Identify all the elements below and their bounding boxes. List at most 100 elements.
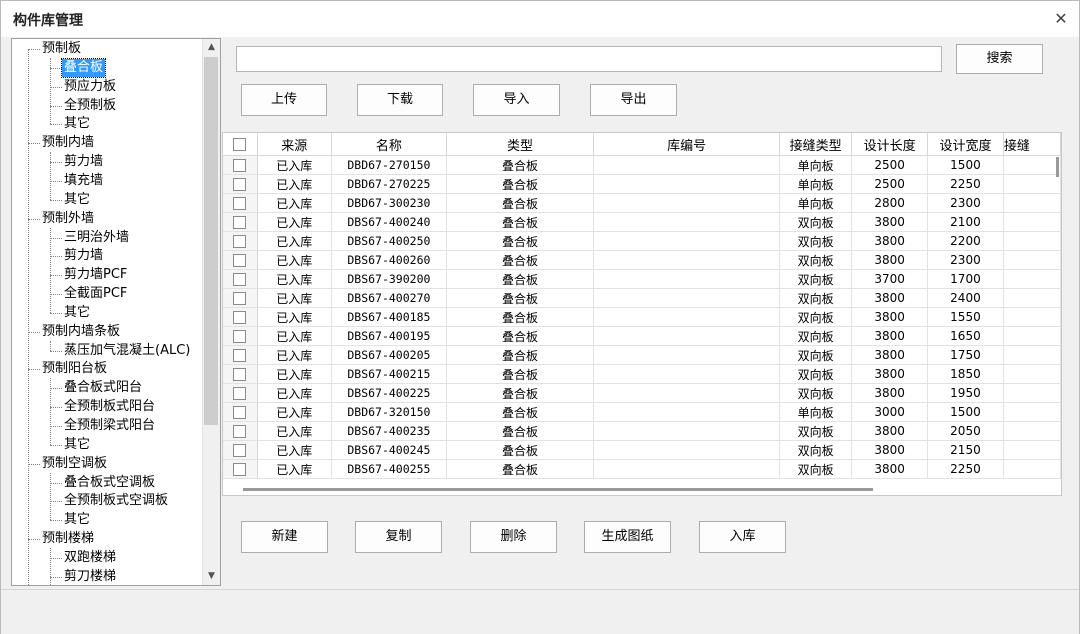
tree-category[interactable]: 预制空调板 — [12, 455, 200, 473]
close-icon[interactable]: ✕ — [1051, 9, 1071, 29]
tree-subcategory[interactable]: 全截面PCF — [12, 285, 200, 303]
table-row[interactable]: 已入库 DBS67-400235 叠合板 双向板 3800 2050 — [223, 421, 1061, 441]
tree-category[interactable]: 预制内墙 — [12, 134, 200, 152]
table-row[interactable]: 已入库 DBS67-390200 叠合板 双向板 3700 1700 — [223, 269, 1061, 289]
copy-button[interactable]: 复制 — [355, 521, 442, 553]
tree-subcategory[interactable]: 剪力墙 — [12, 247, 200, 265]
col-header-source[interactable]: 来源 — [257, 133, 332, 156]
scroll-down-icon[interactable]: ▼ — [203, 568, 220, 585]
row-checkbox[interactable] — [223, 421, 258, 441]
table-row[interactable]: 已入库 DBS67-400205 叠合板 双向板 3800 1750 — [223, 345, 1061, 365]
tree-item-label: 蒸压加气混凝土(ALC) — [64, 342, 191, 358]
tree-branch-line — [50, 472, 51, 521]
tree-subcategory[interactable]: 其它 — [12, 191, 200, 209]
row-checkbox[interactable] — [223, 402, 258, 422]
tree-subcategory[interactable]: 剪力墙PCF — [12, 266, 200, 284]
table-row[interactable]: 已入库 DBS67-400260 叠合板 双向板 3800 2300 — [223, 250, 1061, 270]
col-header-design-width[interactable]: 设计宽度 — [927, 133, 1004, 156]
table-row[interactable]: 已入库 DBS67-400225 叠合板 双向板 3800 1950 — [223, 383, 1061, 403]
tree-subcategory[interactable]: 全预制板式空调板 — [12, 492, 200, 510]
tree-subcategory[interactable]: 三明治外墙 — [12, 229, 200, 247]
tree-connector — [28, 463, 40, 465]
tree-subcategory[interactable]: 其它 — [12, 436, 200, 454]
row-checkbox[interactable] — [223, 459, 258, 479]
row-checkbox[interactable] — [223, 288, 258, 308]
table-horizontal-scrollbar[interactable] — [223, 483, 1061, 495]
search-input[interactable] — [236, 46, 942, 72]
row-checkbox[interactable] — [223, 193, 258, 213]
row-checkbox[interactable] — [223, 364, 258, 384]
table-row[interactable]: 已入库 DBS67-400270 叠合板 双向板 3800 2400 — [223, 288, 1061, 308]
col-header-name[interactable]: 名称 — [331, 133, 447, 156]
table-row[interactable]: 已入库 DBD67-320150 叠合板 单向板 3000 1500 — [223, 402, 1061, 422]
row-checkbox[interactable] — [223, 269, 258, 289]
row-checkbox[interactable] — [223, 383, 258, 403]
row-checkbox[interactable] — [223, 174, 258, 194]
tree-category[interactable]: 预制楼梯 — [12, 530, 200, 548]
download-button[interactable]: 下载 — [357, 84, 443, 116]
search-button[interactable]: 搜索 — [956, 44, 1043, 74]
row-checkbox[interactable] — [223, 440, 258, 460]
tree-subcategory[interactable]: 叠合板式阳台 — [12, 379, 200, 397]
tree-category[interactable]: 预制外墙 — [12, 210, 200, 228]
table-row[interactable]: 已入库 DBS67-400185 叠合板 双向板 3800 1550 — [223, 307, 1061, 327]
tree-subcategory[interactable]: 叠合板式空调板 — [12, 474, 200, 492]
tree-subcategory[interactable]: 双跑楼梯 — [12, 549, 200, 567]
scroll-up-icon[interactable]: ▲ — [203, 39, 220, 56]
row-checkbox[interactable] — [223, 326, 258, 346]
tree-connector — [50, 557, 62, 559]
tree-subcategory[interactable]: 其它 — [12, 115, 200, 133]
row-checkbox[interactable] — [223, 212, 258, 232]
row-checkbox[interactable] — [223, 155, 258, 175]
col-header-joint-type[interactable]: 接缝类型 — [779, 133, 853, 156]
tree-subcategory[interactable]: 蒸压加气混凝土(ALC) — [12, 342, 200, 360]
import-button[interactable]: 导入 — [473, 84, 560, 116]
table-horizontal-scroll-thumb[interactable] — [243, 488, 873, 491]
row-checkbox[interactable] — [223, 345, 258, 365]
table-row[interactable]: 已入库 DBS67-400245 叠合板 双向板 3800 2150 — [223, 440, 1061, 460]
store-button[interactable]: 入库 — [699, 521, 786, 553]
cell-design-length: 2500 — [851, 174, 929, 194]
col-header-joint[interactable]: 接缝 — [1003, 133, 1061, 156]
table-row[interactable]: 已入库 DBD67-270150 叠合板 单向板 2500 1500 — [223, 155, 1061, 175]
tree-subcategory[interactable]: 叠合板 — [12, 57, 200, 78]
tree-scrollbar[interactable]: ▲ ▼ — [202, 39, 220, 585]
table-row[interactable]: 已入库 DBS67-400240 叠合板 双向板 3800 2100 — [223, 212, 1061, 232]
table-row[interactable]: 已入库 DBS67-400250 叠合板 双向板 3800 2200 — [223, 231, 1061, 251]
tree-subcategory[interactable]: 其它 — [12, 511, 200, 529]
tree-subcategory[interactable]: 剪刀楼梯 — [12, 568, 200, 585]
tree-subcategory[interactable]: 全预制板式阳台 — [12, 398, 200, 416]
table-row[interactable]: 已入库 DBS67-400255 叠合板 双向板 3800 2250 — [223, 459, 1061, 479]
tree-subcategory[interactable]: 全预制梁式阳台 — [12, 417, 200, 435]
col-header-type[interactable]: 类型 — [446, 133, 595, 156]
tree-subcategory[interactable]: 预应力板 — [12, 78, 200, 96]
tree-subcategory[interactable]: 剪力墙 — [12, 153, 200, 171]
delete-button[interactable]: 删除 — [470, 521, 557, 553]
row-checkbox[interactable] — [223, 307, 258, 327]
table-row[interactable]: 已入库 DBD67-300230 叠合板 单向板 2800 2300 — [223, 193, 1061, 213]
select-all-checkbox[interactable] — [223, 133, 258, 156]
export-button[interactable]: 导出 — [590, 84, 677, 116]
cell-design-width: 2150 — [927, 440, 1004, 460]
table-row[interactable]: 已入库 DBS67-400195 叠合板 双向板 3800 1650 — [223, 326, 1061, 346]
tree-subcategory[interactable]: 填充墙 — [12, 172, 200, 190]
table-vertical-scroll-thumb[interactable] — [1056, 157, 1059, 177]
tree-scroll-thumb[interactable] — [204, 57, 218, 425]
generate-drawing-button[interactable]: 生成图纸 — [584, 521, 671, 553]
cell-library-id — [593, 345, 781, 365]
table-row[interactable]: 已入库 DBS67-400215 叠合板 双向板 3800 1850 — [223, 364, 1061, 384]
row-checkbox[interactable] — [223, 250, 258, 270]
tree-category[interactable]: 预制内墙条板 — [12, 323, 200, 341]
tree-category[interactable]: 预制阳台板 — [12, 360, 200, 378]
cell-design-width: 2250 — [927, 174, 1004, 194]
row-checkbox[interactable] — [223, 231, 258, 251]
cell-type: 叠合板 — [446, 269, 595, 289]
upload-button[interactable]: 上传 — [241, 84, 327, 116]
tree-subcategory[interactable]: 全预制板 — [12, 97, 200, 115]
tree-category[interactable]: 预制板 — [12, 40, 200, 58]
tree-subcategory[interactable]: 其它 — [12, 304, 200, 322]
col-header-library-id[interactable]: 库编号 — [593, 133, 781, 156]
table-row[interactable]: 已入库 DBD67-270225 叠合板 单向板 2500 2250 — [223, 174, 1061, 194]
new-button[interactable]: 新建 — [241, 521, 328, 553]
col-header-design-length[interactable]: 设计长度 — [851, 133, 929, 156]
